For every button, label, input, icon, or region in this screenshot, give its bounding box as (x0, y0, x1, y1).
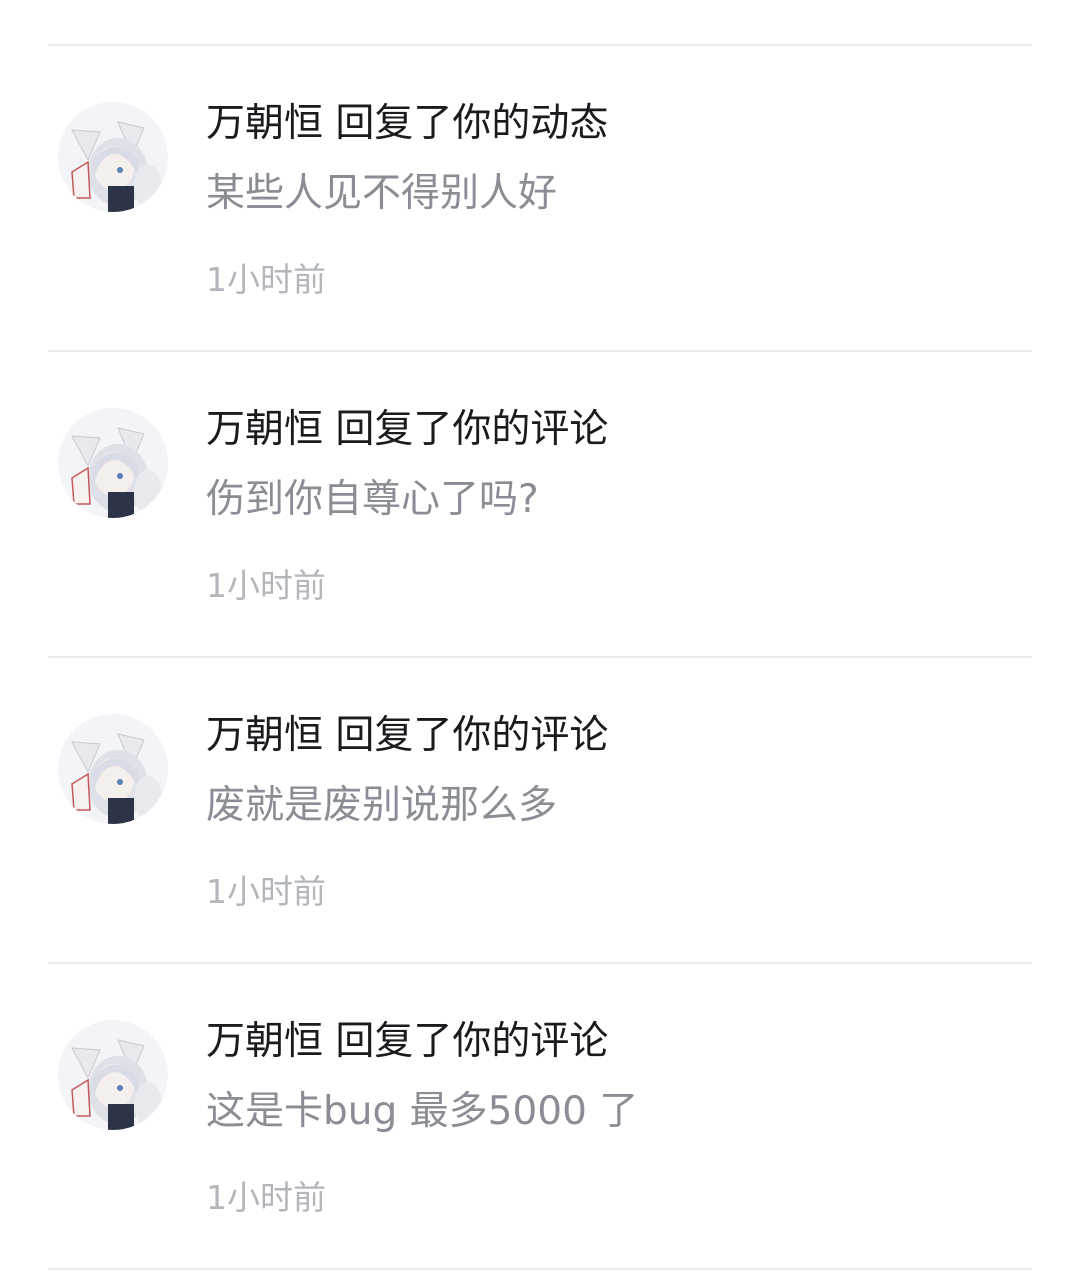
notification-title: 万朝恒 回复了你的评论 (206, 1019, 609, 1064)
notification-time: 1小时前 (206, 1178, 326, 1217)
notification-item[interactable]: 万朝恒 回复了你的动态 某些人见不得别人好 1小时前 (0, 46, 1080, 350)
notification-item[interactable]: 万朝恒 回复了你的评论 这是卡bug 最多5000 了 1小时前 (0, 964, 1080, 1268)
notification-item[interactable]: 万朝恒 回复了你的评论 废就是废别说那么多 1小时前 (0, 658, 1080, 962)
notification-time: 1小时前 (206, 872, 326, 911)
notification-content: 废就是废别说那么多 (206, 783, 558, 828)
divider (48, 1268, 1032, 1270)
notification-list: 万朝恒 回复了你的动态 某些人见不得别人好 1小时前 万朝恒 回复了你的评论 伤… (0, 0, 1080, 1280)
notification-time: 1小时前 (206, 566, 326, 605)
notification-item[interactable]: 万朝恒 回复了你的评论 伤到你自尊心了吗? 1小时前 (0, 352, 1080, 656)
user-avatar-icon[interactable] (58, 102, 168, 212)
notification-content: 伤到你自尊心了吗? (206, 477, 539, 522)
user-avatar-icon[interactable] (58, 1020, 168, 1130)
notification-title: 万朝恒 回复了你的评论 (206, 407, 609, 452)
notification-content: 某些人见不得别人好 (206, 171, 558, 216)
user-avatar-icon[interactable] (58, 714, 168, 824)
notification-title: 万朝恒 回复了你的动态 (206, 101, 609, 146)
notification-content: 这是卡bug 最多5000 了 (206, 1089, 639, 1134)
notification-time: 1小时前 (206, 260, 326, 299)
notification-title: 万朝恒 回复了你的评论 (206, 713, 609, 758)
user-avatar-icon[interactable] (58, 408, 168, 518)
